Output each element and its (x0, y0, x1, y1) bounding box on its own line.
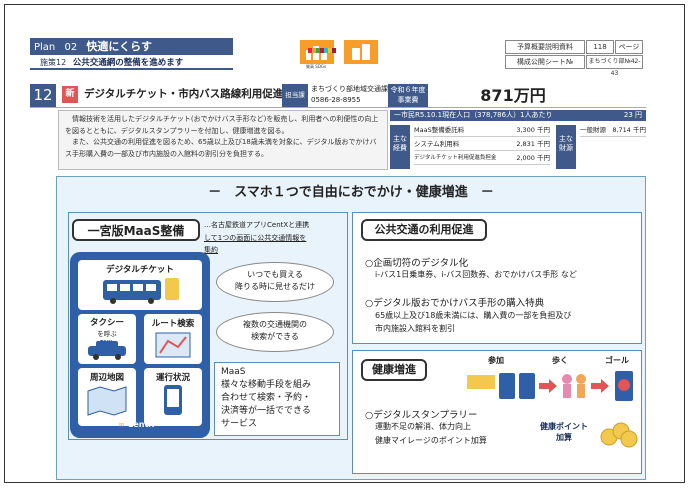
transit-bullet-2-detail-2: 市内施設入館料を割引 (375, 324, 455, 333)
coins-icon (600, 422, 638, 448)
speech-bubble-route: 複数の交通機関の 検索ができる (216, 312, 334, 352)
maas-title: 一宮版MaaS整備 (72, 219, 200, 241)
cost-row: MaaS整備委託料 3,300 千円 (414, 125, 550, 137)
main-title: － スマホ１つで自由におでかけ・健康増進 － (208, 185, 494, 200)
transit-bullet-2-detail-1: 65歳以上及び18歳未満には、購入費の一部を負担及び (375, 311, 572, 320)
flow-goal-label: ゴール (605, 356, 629, 365)
ref-budget-value: 118 (586, 40, 614, 54)
plan-label: Plan (34, 42, 56, 53)
transit-bullet-1: ○企画切符のデジタル化 (365, 258, 469, 269)
tile-route-search[interactable]: ルート検索 (144, 314, 202, 364)
sdg-icon-group: 質高 SDGs (300, 38, 390, 69)
phone-mockup: デジタルチケット タクシー を呼ぶ TAXI ルート検索 周辺地図 運行状況 (70, 252, 210, 438)
centx-logo-icon: ∞ (118, 420, 125, 429)
health-panel: 健康増進 参加 歩く ゴール ○デジタルスタンプラリー 運動不足の解消、体力向上… (352, 350, 642, 474)
speech-bubble-ticket: いつでも買える 降りる時に見せるだけ (216, 262, 334, 302)
transit-title: 公共交通の利用促進 (361, 219, 487, 241)
policy-title: 公共交通網の整備を進めます (72, 58, 184, 68)
plan-bar: Plan 02 快適にくらす (30, 38, 233, 55)
flow-join-label: 参加 (488, 356, 504, 365)
sdg-label: 質高 SDGs (306, 64, 327, 69)
project-number: 12 (30, 84, 56, 107)
responsible-info: まちづくり部地域交通課 0586-28-8955 (311, 84, 388, 106)
cost-panel: 一市民R5.10.1現在人口（378,786人）1人あたり 23 円 主な 経費… (390, 110, 646, 170)
health-bullet-1-detail-1: 運動不足の解消、体力向上 (375, 422, 471, 431)
sdg-colorbar-icon (308, 38, 336, 53)
health-bullet-1-detail-2: 健康マイレージのポイント加算 (375, 436, 487, 445)
policy-bar: 施策12 公共交通網の整備を進めます (30, 56, 233, 70)
maas-explanation-box: MaaS 様々な移動手段を組み 合わせて検索・予約・ 決済等が一括でできる サー… (214, 362, 340, 436)
map-icon (87, 386, 127, 416)
health-point-label: 健康ポイント 加算 (540, 422, 588, 442)
budget-amount: 871万円 (438, 84, 588, 108)
taxi-sign: TAXI (100, 340, 113, 346)
plan-title: 快適にくらす (86, 40, 152, 53)
tile-digital-ticket[interactable]: デジタルチケット (78, 260, 202, 310)
tile-service-status[interactable]: 運行状況 (144, 368, 202, 426)
ref-budget-unit: ページ (615, 40, 643, 54)
responsible-dept: まちづくり部地域交通課 (311, 85, 388, 93)
transit-bullet-2: ○デジタル版おでかけバス手形の購入特典 (365, 298, 545, 309)
transit-panel: 公共交通の利用促進 ○企画切符のデジタル化 i-バス1日乗車券、i-バス回数券、… (352, 212, 642, 344)
phone-status-icon (164, 385, 182, 415)
cost-per-capita: 一市民R5.10.1現在人口（378,786人）1人あたり 23 円 (390, 110, 646, 121)
health-title: 健康増進 (361, 359, 427, 381)
policy-label: 施策12 (40, 58, 67, 67)
responsible-tel: 0586-28-8955 (311, 96, 361, 104)
tile-taxi[interactable]: タクシー を呼ぶ TAXI (78, 314, 136, 364)
stamp-rally-flow-icon (467, 371, 633, 401)
main-cost-label: 主な 経費 (390, 125, 410, 169)
cost-row: デジタルチケット利用促進負担金 2,000 千円 (414, 153, 550, 165)
ref-sheet-value: まちづくり部№42-43 (586, 55, 643, 77)
new-badge: 新 (62, 86, 78, 103)
project-title: デジタルチケット・市内バス路線利用促進事業 (84, 88, 305, 100)
health-bullet-1: ○デジタルスタンプラリー (365, 410, 478, 421)
flow-walk-label: 歩く (552, 356, 568, 365)
project-description: 情報技術を活用したデジタルチケット(おでかけバス手形など)を販売し、利用者への利… (58, 110, 388, 170)
ref-sheet-label: 構成公開シート№ (505, 55, 585, 69)
tile-nearby-map[interactable]: 周辺地図 (78, 368, 136, 426)
source-row: 一般財源 8,714 千円 (580, 125, 646, 137)
fiscal-year-label: 令和６年度 事業費 (388, 84, 428, 107)
plan-number: 02 (64, 42, 78, 53)
sdg-icon-3 (344, 40, 378, 64)
main-source-label: 主な 財源 (556, 125, 576, 169)
bus-icon (103, 278, 179, 304)
transit-bullet-1-detail: i-バス1日乗車券、i-バス回数券、おでかけバス手形 など (375, 270, 577, 279)
building-icon (352, 44, 370, 60)
cost-row: システム利用料 2,831 千円 (414, 139, 550, 151)
maas-note: …名古屋鉄道アプリCentXと連携 して1つの画面に公共交通情報を 集約 (204, 221, 310, 254)
responsible-label: 担当課 (282, 84, 308, 107)
route-map-icon (155, 332, 191, 358)
ref-budget-label: 予算概要説明資料 (505, 40, 585, 54)
centx-logo: ∞ CentX (118, 420, 155, 429)
